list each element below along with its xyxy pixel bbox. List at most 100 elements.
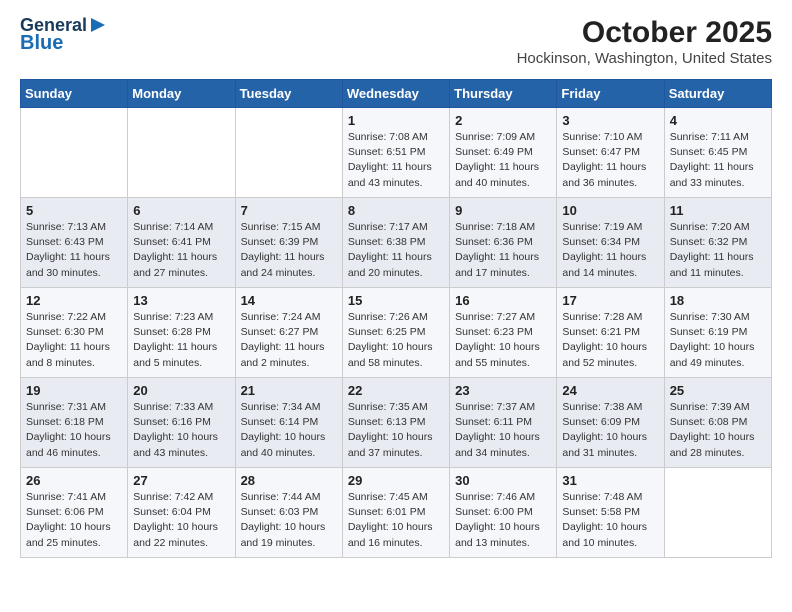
day-detail: Sunrise: 7:13 AM Sunset: 6:43 PM Dayligh… <box>26 220 122 281</box>
table-row: 29 Sunrise: 7:45 AM Sunset: 6:01 PM Dayli… <box>342 468 449 558</box>
day-detail: Sunrise: 7:26 AM Sunset: 6:25 PM Dayligh… <box>348 310 444 371</box>
day-number: 6 <box>133 203 229 218</box>
table-row: 21 Sunrise: 7:34 AM Sunset: 6:14 PM Dayli… <box>235 378 342 468</box>
day-detail: Sunrise: 7:46 AM Sunset: 6:00 PM Dayligh… <box>455 490 551 551</box>
day-number: 4 <box>670 113 766 128</box>
day-number: 12 <box>26 293 122 308</box>
logo: General Blue <box>20 16 107 54</box>
day-detail: Sunrise: 7:48 AM Sunset: 5:58 PM Dayligh… <box>562 490 658 551</box>
day-detail: Sunrise: 7:20 AM Sunset: 6:32 PM Dayligh… <box>670 220 766 281</box>
calendar-week-row: 26 Sunrise: 7:41 AM Sunset: 6:06 PM Dayli… <box>21 468 772 558</box>
day-number: 13 <box>133 293 229 308</box>
day-detail: Sunrise: 7:30 AM Sunset: 6:19 PM Dayligh… <box>670 310 766 371</box>
calendar-title: October 2025 <box>517 16 772 50</box>
day-detail: Sunrise: 7:17 AM Sunset: 6:38 PM Dayligh… <box>348 220 444 281</box>
day-detail: Sunrise: 7:31 AM Sunset: 6:18 PM Dayligh… <box>26 400 122 461</box>
table-row: 27 Sunrise: 7:42 AM Sunset: 6:04 PM Dayli… <box>128 468 235 558</box>
day-detail: Sunrise: 7:23 AM Sunset: 6:28 PM Dayligh… <box>133 310 229 371</box>
table-row: 23 Sunrise: 7:37 AM Sunset: 6:11 PM Dayli… <box>450 378 557 468</box>
table-row: 25 Sunrise: 7:39 AM Sunset: 6:08 PM Dayli… <box>664 378 771 468</box>
calendar-header-row: Sunday Monday Tuesday Wednesday Thursday… <box>21 80 772 108</box>
table-row: 15 Sunrise: 7:26 AM Sunset: 6:25 PM Dayli… <box>342 288 449 378</box>
table-row: 19Sunrise: 7:31 AM Sunset: 6:18 PM Dayli… <box>21 378 128 468</box>
table-row: 20 Sunrise: 7:33 AM Sunset: 6:16 PM Dayli… <box>128 378 235 468</box>
day-detail: Sunrise: 7:27 AM Sunset: 6:23 PM Dayligh… <box>455 310 551 371</box>
table-row: 26 Sunrise: 7:41 AM Sunset: 6:06 PM Dayli… <box>21 468 128 558</box>
day-number: 15 <box>348 293 444 308</box>
day-detail: Sunrise: 7:28 AM Sunset: 6:21 PM Dayligh… <box>562 310 658 371</box>
header: General Blue October 2025 Hockinson, Was… <box>20 16 772 67</box>
table-row <box>21 108 128 198</box>
day-number: 29 <box>348 473 444 488</box>
col-saturday: Saturday <box>664 80 771 108</box>
calendar-week-row: 5 Sunrise: 7:13 AM Sunset: 6:43 PM Daylig… <box>21 198 772 288</box>
day-detail: Sunrise: 7:44 AM Sunset: 6:03 PM Dayligh… <box>241 490 337 551</box>
day-detail: Sunrise: 7:42 AM Sunset: 6:04 PM Dayligh… <box>133 490 229 551</box>
day-detail: Sunrise: 7:08 AM Sunset: 6:51 PM Dayligh… <box>348 130 444 191</box>
day-number: 7 <box>241 203 337 218</box>
day-detail: Sunrise: 7:41 AM Sunset: 6:06 PM Dayligh… <box>26 490 122 551</box>
day-number: 18 <box>670 293 766 308</box>
table-row: 17 Sunrise: 7:28 AM Sunset: 6:21 PM Dayli… <box>557 288 664 378</box>
table-row: 13 Sunrise: 7:23 AM Sunset: 6:28 PM Dayli… <box>128 288 235 378</box>
table-row: 3Sunrise: 7:10 AM Sunset: 6:47 PM Daylig… <box>557 108 664 198</box>
col-thursday: Thursday <box>450 80 557 108</box>
day-number: 8 <box>348 203 444 218</box>
table-row: 8 Sunrise: 7:17 AM Sunset: 6:38 PM Daylig… <box>342 198 449 288</box>
calendar-week-row: 12Sunrise: 7:22 AM Sunset: 6:30 PM Dayli… <box>21 288 772 378</box>
day-number: 24 <box>562 383 658 398</box>
table-row: 31 Sunrise: 7:48 AM Sunset: 5:58 PM Dayli… <box>557 468 664 558</box>
day-detail: Sunrise: 7:45 AM Sunset: 6:01 PM Dayligh… <box>348 490 444 551</box>
col-friday: Friday <box>557 80 664 108</box>
day-detail: Sunrise: 7:34 AM Sunset: 6:14 PM Dayligh… <box>241 400 337 461</box>
table-row: 24 Sunrise: 7:38 AM Sunset: 6:09 PM Dayli… <box>557 378 664 468</box>
day-detail: Sunrise: 7:09 AM Sunset: 6:49 PM Dayligh… <box>455 130 551 191</box>
day-number: 14 <box>241 293 337 308</box>
day-detail: Sunrise: 7:11 AM Sunset: 6:45 PM Dayligh… <box>670 130 766 191</box>
day-detail: Sunrise: 7:33 AM Sunset: 6:16 PM Dayligh… <box>133 400 229 461</box>
day-number: 21 <box>241 383 337 398</box>
calendar-week-row: 19Sunrise: 7:31 AM Sunset: 6:18 PM Dayli… <box>21 378 772 468</box>
day-number: 22 <box>348 383 444 398</box>
col-monday: Monday <box>128 80 235 108</box>
day-number: 23 <box>455 383 551 398</box>
day-number: 31 <box>562 473 658 488</box>
calendar-table: Sunday Monday Tuesday Wednesday Thursday… <box>20 79 772 558</box>
day-detail: Sunrise: 7:38 AM Sunset: 6:09 PM Dayligh… <box>562 400 658 461</box>
day-number: 16 <box>455 293 551 308</box>
table-row: 4 Sunrise: 7:11 AM Sunset: 6:45 PM Daylig… <box>664 108 771 198</box>
day-number: 17 <box>562 293 658 308</box>
table-row: 30 Sunrise: 7:46 AM Sunset: 6:00 PM Dayli… <box>450 468 557 558</box>
day-detail: Sunrise: 7:24 AM Sunset: 6:27 PM Dayligh… <box>241 310 337 371</box>
table-row: 5 Sunrise: 7:13 AM Sunset: 6:43 PM Daylig… <box>21 198 128 288</box>
table-row <box>664 468 771 558</box>
table-row: 10Sunrise: 7:19 AM Sunset: 6:34 PM Dayli… <box>557 198 664 288</box>
day-number: 1 <box>348 113 444 128</box>
day-number: 30 <box>455 473 551 488</box>
table-row: 12Sunrise: 7:22 AM Sunset: 6:30 PM Dayli… <box>21 288 128 378</box>
col-wednesday: Wednesday <box>342 80 449 108</box>
table-row: 9 Sunrise: 7:18 AM Sunset: 6:36 PM Daylig… <box>450 198 557 288</box>
logo-blue: Blue <box>20 32 63 54</box>
day-detail: Sunrise: 7:39 AM Sunset: 6:08 PM Dayligh… <box>670 400 766 461</box>
day-number: 5 <box>26 203 122 218</box>
day-number: 25 <box>670 383 766 398</box>
day-detail: Sunrise: 7:37 AM Sunset: 6:11 PM Dayligh… <box>455 400 551 461</box>
day-number: 26 <box>26 473 122 488</box>
table-row: 18 Sunrise: 7:30 AM Sunset: 6:19 PM Dayli… <box>664 288 771 378</box>
table-row: 2 Sunrise: 7:09 AM Sunset: 6:49 PM Daylig… <box>450 108 557 198</box>
table-row: 1 Sunrise: 7:08 AM Sunset: 6:51 PM Daylig… <box>342 108 449 198</box>
day-number: 10 <box>562 203 658 218</box>
day-number: 9 <box>455 203 551 218</box>
table-row: 6 Sunrise: 7:14 AM Sunset: 6:41 PM Daylig… <box>128 198 235 288</box>
table-row <box>128 108 235 198</box>
day-detail: Sunrise: 7:35 AM Sunset: 6:13 PM Dayligh… <box>348 400 444 461</box>
day-detail: Sunrise: 7:15 AM Sunset: 6:39 PM Dayligh… <box>241 220 337 281</box>
day-detail: Sunrise: 7:18 AM Sunset: 6:36 PM Dayligh… <box>455 220 551 281</box>
day-number: 2 <box>455 113 551 128</box>
day-number: 20 <box>133 383 229 398</box>
day-detail: Sunrise: 7:14 AM Sunset: 6:41 PM Dayligh… <box>133 220 229 281</box>
day-number: 27 <box>133 473 229 488</box>
table-row: 7 Sunrise: 7:15 AM Sunset: 6:39 PM Daylig… <box>235 198 342 288</box>
title-block: October 2025 Hockinson, Washington, Unit… <box>517 16 772 67</box>
